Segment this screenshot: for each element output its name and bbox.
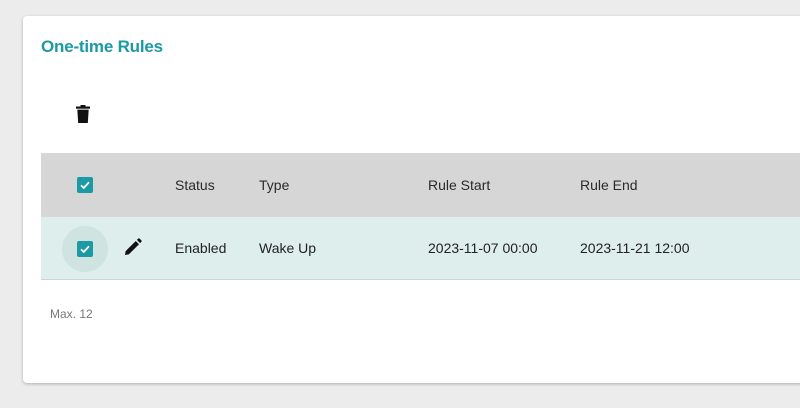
column-header-status[interactable]: Status [175,153,215,217]
select-all-checkbox[interactable] [77,177,93,193]
delete-button[interactable] [71,102,95,126]
pencil-icon [125,238,142,255]
row-rule-start: 2023-11-07 00:00 [428,240,538,256]
rules-table: Status Type Rule Start Rule End Enabled [41,153,800,280]
section-title: One-time Rules [41,37,163,56]
one-time-rules-card: One-time Rules Status Type Rule Start Ru… [23,16,800,383]
row-rule-end: 2023-11-21 12:00 [580,240,690,256]
checkmark-icon [80,181,90,190]
column-header-rule-end[interactable]: Rule End [580,153,638,217]
row-checkbox-highlight [62,226,108,272]
row-checkbox[interactable] [77,241,93,257]
table-row[interactable]: Enabled Wake Up 2023-11-07 00:00 2023-11… [41,217,800,280]
row-status: Enabled [175,240,227,256]
column-header-rule-start[interactable]: Rule Start [428,153,490,217]
edit-button[interactable] [121,235,145,259]
trash-icon [76,105,90,123]
checkmark-icon [80,245,90,254]
max-rules-note: Max. 12 [50,307,93,321]
table-header: Status Type Rule Start Rule End [41,153,800,217]
column-header-type[interactable]: Type [259,153,289,217]
row-type: Wake Up [259,240,317,256]
